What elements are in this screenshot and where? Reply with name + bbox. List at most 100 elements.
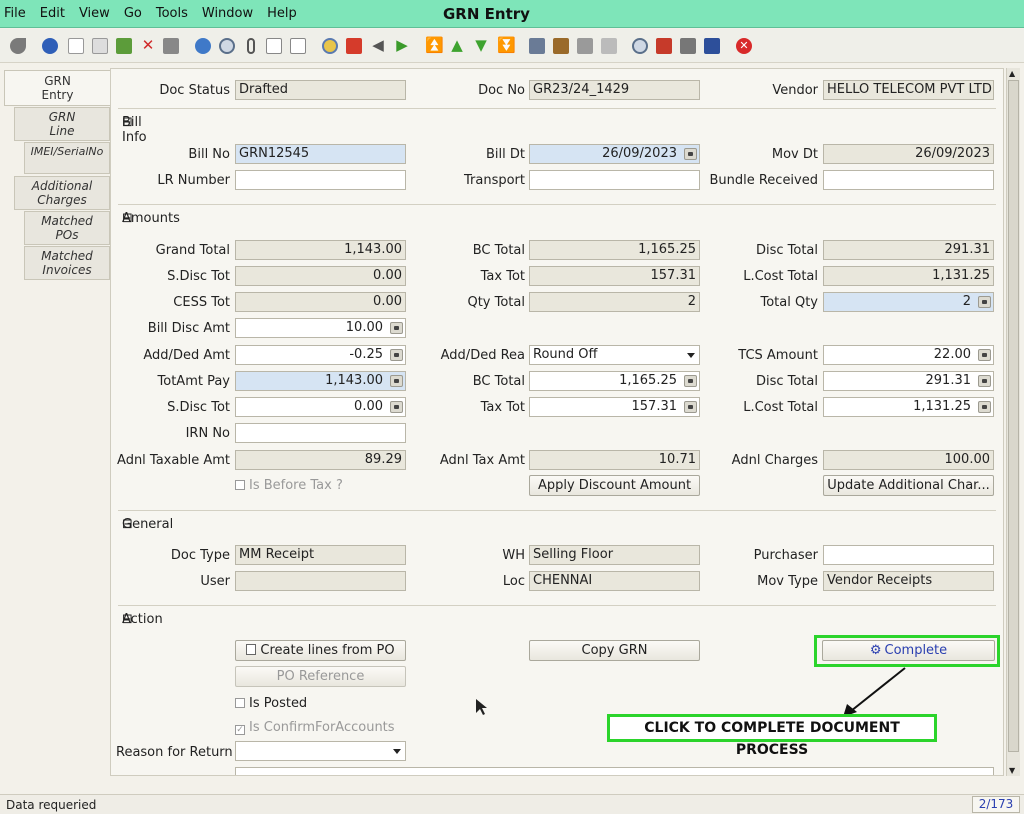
total-qty-field[interactable]: 2	[823, 292, 994, 312]
home-red-icon[interactable]	[346, 38, 362, 54]
report-icon[interactable]	[529, 38, 545, 54]
new-icon[interactable]	[68, 38, 84, 54]
tab-additional-charges[interactable]: Additional Charges	[14, 176, 110, 210]
bill-disc-amt-label: Bill Disc Amt	[147, 321, 230, 336]
home-icon[interactable]	[322, 38, 338, 54]
s-disc-tot-field: 0.00	[235, 266, 406, 286]
help-icon[interactable]	[42, 38, 58, 54]
history-icon[interactable]	[290, 38, 306, 54]
tab-imei-serialno[interactable]: IMEI/SerialNo	[24, 142, 110, 174]
transport-field[interactable]	[529, 170, 700, 190]
po-reference-button[interactable]: PO Reference	[235, 666, 406, 687]
description-field[interactable]	[235, 767, 994, 775]
chat-icon[interactable]	[266, 38, 282, 54]
mov-dt-field: 26/09/2023	[823, 144, 994, 164]
print-preview-icon[interactable]	[601, 38, 617, 54]
vertical-scrollbar[interactable]: ▲ ▼	[1006, 68, 1020, 776]
chevron-down-icon	[393, 749, 401, 754]
first-record-icon[interactable]: ⏫	[425, 38, 444, 54]
calculator-icon[interactable]	[978, 401, 991, 413]
record-counter[interactable]: 2/173	[972, 796, 1020, 813]
calculator-icon[interactable]	[978, 349, 991, 361]
print-icon[interactable]	[577, 38, 593, 54]
bc-total2-field[interactable]: 1,165.25	[529, 371, 700, 391]
is-confirm-for-accounts-checkbox[interactable]: ✓ Is ConfirmForAccounts	[235, 720, 395, 735]
workflow-icon[interactable]	[656, 38, 672, 54]
scroll-down-icon[interactable]: ▼	[1009, 766, 1015, 775]
calculator-icon[interactable]	[390, 322, 403, 334]
section-action[interactable]: ⊟ Action	[118, 605, 996, 627]
update-additional-charges-button[interactable]: Update Additional Char...	[823, 475, 994, 496]
menu-file[interactable]: File	[4, 6, 26, 21]
calculator-icon[interactable]	[978, 375, 991, 387]
tab-matched-pos[interactable]: Matched POs	[24, 211, 110, 245]
section-amounts-title: Amounts	[122, 211, 180, 226]
bill-no-field[interactable]: GRN12545	[235, 144, 406, 164]
scrollbar-thumb[interactable]	[1008, 80, 1019, 752]
calculator-icon[interactable]	[684, 401, 697, 413]
complete-highlight-box	[814, 635, 1000, 667]
add-ded-rea-select[interactable]: Round Off	[529, 345, 700, 365]
tcs-amount-field[interactable]: 22.00	[823, 345, 994, 365]
calculator-icon[interactable]	[684, 375, 697, 387]
attachment-icon[interactable]	[247, 38, 255, 54]
s-disc-tot2-field[interactable]: 0.00	[235, 397, 406, 417]
purchaser-field[interactable]	[823, 545, 994, 565]
copy-grn-button[interactable]: Copy GRN	[529, 640, 700, 661]
section-bill-info[interactable]: ⊟ Bill Info	[118, 108, 996, 145]
product-info-icon[interactable]	[680, 38, 696, 54]
adnl-charges-label: Adnl Charges	[731, 453, 818, 468]
close-window-icon[interactable]: ✕	[736, 38, 752, 54]
undo-icon[interactable]	[10, 38, 26, 54]
next-record-icon[interactable]: ▼	[473, 38, 489, 54]
is-before-tax-checkbox[interactable]: Is Before Tax ?	[235, 478, 343, 493]
section-general[interactable]: ⊟ General	[118, 510, 996, 532]
refresh-icon[interactable]	[195, 38, 211, 54]
bundle-received-field[interactable]	[823, 170, 994, 190]
menu-edit[interactable]: Edit	[40, 6, 65, 21]
tab-grn-line[interactable]: GRN Line	[14, 107, 110, 141]
next-arrow-icon[interactable]: ▶	[394, 38, 410, 54]
section-amounts[interactable]: ⊟ Amounts	[118, 204, 996, 226]
previous-arrow-icon[interactable]: ◀	[370, 38, 386, 54]
lr-number-field[interactable]	[235, 170, 406, 190]
menu-tools[interactable]: Tools	[156, 6, 188, 21]
archive-icon[interactable]	[553, 38, 569, 54]
calculator-icon[interactable]	[390, 401, 403, 413]
menu-help[interactable]: Help	[267, 6, 297, 21]
s-disc-tot-label: S.Disc Tot	[167, 269, 230, 284]
tax-tot2-field[interactable]: 157.31	[529, 397, 700, 417]
delete-icon[interactable]: ✕	[140, 38, 156, 54]
bill-dt-field[interactable]: 26/09/2023	[529, 144, 700, 164]
zoom-across-icon[interactable]	[632, 38, 648, 54]
calculator-icon[interactable]	[978, 296, 991, 308]
copy-icon[interactable]	[92, 38, 108, 54]
menu-view[interactable]: View	[79, 6, 110, 21]
lr-number-label: LR Number	[157, 173, 230, 188]
find-icon[interactable]	[219, 38, 235, 54]
scroll-up-icon[interactable]: ▲	[1009, 69, 1015, 78]
save-new-icon[interactable]	[116, 38, 132, 54]
add-ded-amt-field[interactable]: -0.25	[235, 345, 406, 365]
calculator-icon[interactable]	[390, 375, 403, 387]
apply-discount-button[interactable]: Apply Discount Amount	[529, 475, 700, 496]
menu-window[interactable]: Window	[202, 6, 253, 21]
calculator-icon[interactable]	[390, 349, 403, 361]
last-record-icon[interactable]: ⏬	[497, 38, 516, 54]
irn-no-field[interactable]	[235, 423, 406, 443]
menu-bar: File Edit View Go Tools Window Help	[4, 6, 311, 21]
previous-record-icon[interactable]: ▲	[449, 38, 465, 54]
disc-total2-field[interactable]: 291.31	[823, 371, 994, 391]
process-icon[interactable]	[704, 38, 720, 54]
bill-disc-amt-field[interactable]: 10.00	[235, 318, 406, 338]
tab-grn-entry[interactable]: GRN Entry	[4, 70, 110, 106]
menu-go[interactable]: Go	[124, 6, 142, 21]
calendar-icon[interactable]	[684, 148, 697, 160]
l-cost-total2-field[interactable]: 1,131.25	[823, 397, 994, 417]
totamt-pay-field[interactable]: 1,143.00	[235, 371, 406, 391]
save-icon[interactable]	[163, 38, 179, 54]
create-lines-from-po-button[interactable]: Create lines from PO	[235, 640, 406, 661]
tab-matched-invoices[interactable]: Matched Invoices	[24, 246, 110, 280]
reason-for-return-select[interactable]	[235, 741, 406, 761]
is-posted-checkbox[interactable]: Is Posted	[235, 696, 307, 711]
